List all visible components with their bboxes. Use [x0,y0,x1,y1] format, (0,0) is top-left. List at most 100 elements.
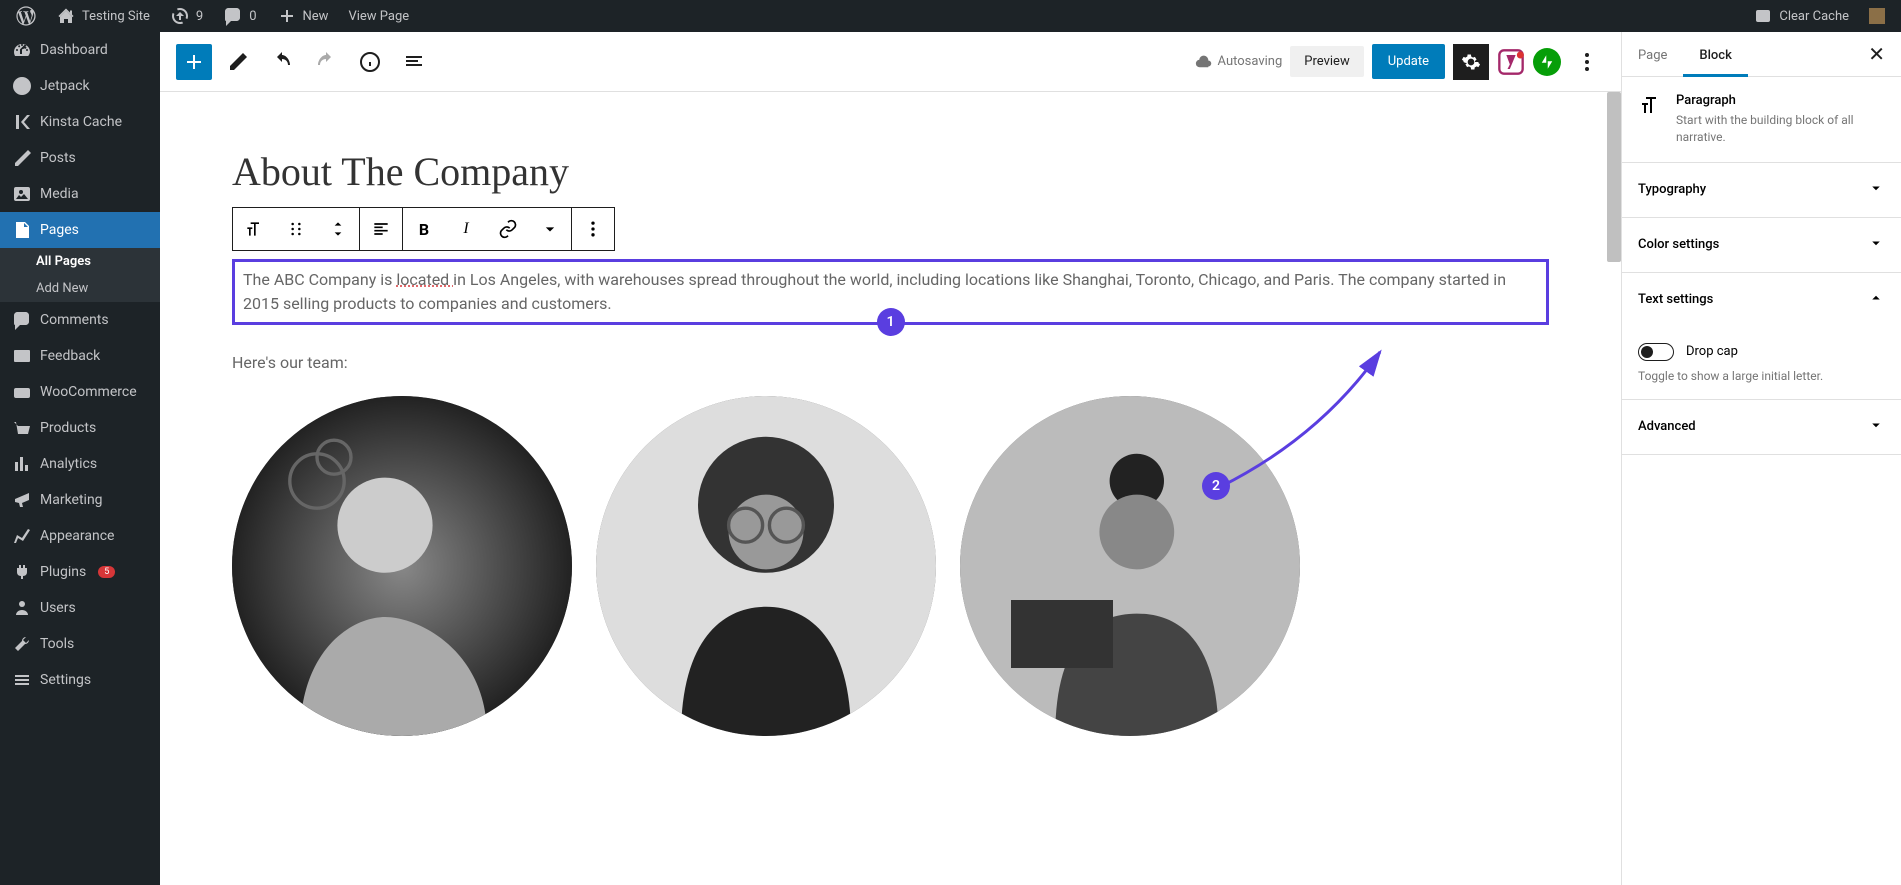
comments-link[interactable]: 0 [215,0,264,32]
panel-text-settings-header[interactable]: Text settings [1622,273,1901,327]
add-block-button[interactable] [176,44,212,80]
sidebar-sub-add-new[interactable]: Add New [0,275,160,302]
home-icon [56,6,76,26]
updates-link[interactable]: 9 [162,0,211,32]
site-link[interactable]: Testing Site [48,0,158,32]
refresh-icon [1753,6,1773,26]
bold-button[interactable]: B [403,208,445,250]
update-button[interactable]: Update [1372,44,1445,79]
preview-button[interactable]: Preview [1290,46,1363,77]
sidebar-item-settings[interactable]: Settings [0,662,160,698]
sidebar-label: Comments [40,312,109,328]
new-link[interactable]: New [269,0,337,32]
profile-link[interactable] [1861,0,1893,32]
sidebar-label: Jetpack [40,78,90,94]
undo-button[interactable] [264,44,300,80]
plugin-update-badge: 5 [98,566,115,578]
tab-block[interactable]: Block [1683,32,1747,76]
drag-handle[interactable] [275,208,317,250]
panel-tabs: Page Block ✕ [1622,32,1901,77]
team-image-3[interactable] [960,396,1300,736]
align-button[interactable] [360,208,402,250]
yoast-button[interactable] [1497,48,1525,76]
drop-cap-toggle[interactable] [1638,343,1674,361]
wordpress-icon [16,6,36,26]
sidebar-label: Users [40,600,76,616]
link-button[interactable] [487,208,529,250]
appearance-icon [12,526,32,546]
comments-count: 0 [249,9,256,24]
new-label: New [303,9,329,24]
more-options-button[interactable] [1569,44,1605,80]
sidebar-item-posts[interactable]: Posts [0,140,160,176]
panel-color-settings[interactable]: Color settings [1622,218,1901,273]
sidebar-item-media[interactable]: Media [0,176,160,212]
chevron-down-icon [1867,416,1885,438]
sidebar-item-products[interactable]: Products [0,410,160,446]
jetpack-icon [12,76,32,96]
sidebar-label: WooCommerce [40,384,137,400]
avatar-icon [1869,8,1885,24]
tab-page[interactable]: Page [1622,32,1683,76]
team-heading-text[interactable]: Here's our team: [232,353,1549,372]
panel-row-label: Advanced [1638,419,1696,434]
plugins-icon [12,562,32,582]
panel-typography[interactable]: Typography [1622,163,1901,218]
page-title[interactable]: About The Company [232,148,1549,195]
clear-cache[interactable]: Clear Cache [1745,0,1857,32]
jetpack-button[interactable] [1533,48,1561,76]
sidebar-label: Posts [40,150,76,166]
feedback-icon [12,346,32,366]
panel-close-button[interactable]: ✕ [1852,42,1901,66]
sidebar-item-kinsta[interactable]: Kinsta Cache [0,104,160,140]
chevron-down-icon [1867,179,1885,201]
editor-main: Autosaving Preview Update About The Comp… [160,32,1901,885]
block-info: Paragraph Start with the building block … [1622,77,1901,163]
redo-button[interactable] [308,44,344,80]
sidebar-item-pages[interactable]: Pages [0,212,160,248]
sidebar-sub-all-pages[interactable]: All Pages [0,248,160,275]
sidebar-item-dashboard[interactable]: Dashboard [0,32,160,68]
team-image-2[interactable] [596,396,936,736]
mover-buttons[interactable] [317,208,359,250]
sidebar-label: Analytics [40,456,97,472]
view-page-link[interactable]: View Page [340,0,417,32]
more-rich-text[interactable] [529,208,571,250]
sidebar-item-appearance[interactable]: Appearance [0,518,160,554]
sidebar-item-tools[interactable]: Tools [0,626,160,662]
sidebar-item-jetpack[interactable]: Jetpack [0,68,160,104]
plus-icon [277,6,297,26]
sidebar-item-comments[interactable]: Comments [0,302,160,338]
sidebar-item-woocommerce[interactable]: WooCommerce [0,374,160,410]
tools-icon [12,634,32,654]
sidebar-label: Settings [40,672,91,688]
block-more-button[interactable] [572,208,614,250]
sidebar-item-marketing[interactable]: Marketing [0,482,160,518]
sidebar-item-feedback[interactable]: Feedback [0,338,160,374]
outline-button[interactable] [396,44,432,80]
paragraph-block[interactable]: The ABC Company is located in Los Angele… [232,259,1549,325]
clear-cache-label: Clear Cache [1779,9,1849,24]
kinsta-icon [12,112,32,132]
info-button[interactable] [352,44,388,80]
sidebar-item-analytics[interactable]: Analytics [0,446,160,482]
settings-toggle-button[interactable] [1453,44,1489,80]
italic-button[interactable]: I [445,208,487,250]
sidebar-label: Dashboard [40,42,108,58]
paragraph-text-prefix: The ABC Company is [243,270,396,289]
analytics-icon [12,454,32,474]
scrollbar-thumb[interactable] [1607,92,1621,262]
tools-pencil-button[interactable] [220,44,256,80]
annotation-badge-1: 1 [877,308,905,336]
wp-logo[interactable] [8,0,44,32]
panel-advanced[interactable]: Advanced [1622,400,1901,455]
woocommerce-icon [12,382,32,402]
team-image-1[interactable] [232,396,572,736]
paragraph-text-spellcheck: located [396,270,453,289]
editor-canvas[interactable]: About The Company B I [160,92,1621,885]
sidebar-label: Tools [40,636,74,652]
sidebar-label: Plugins [40,564,86,580]
block-type-button[interactable] [233,208,275,250]
sidebar-item-plugins[interactable]: Plugins 5 [0,554,160,590]
sidebar-item-users[interactable]: Users [0,590,160,626]
